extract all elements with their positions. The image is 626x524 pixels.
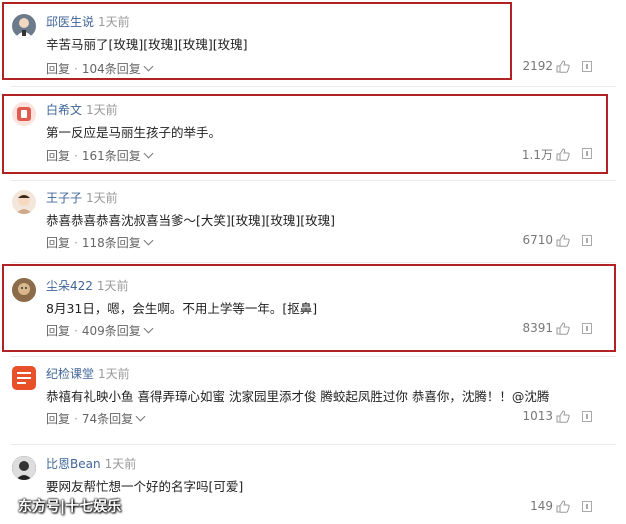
like-button[interactable]: 149 [530,499,570,513]
comment-author[interactable]: 纪检课堂 1天前 [46,365,130,382]
like-count: 1013 [522,409,553,423]
thumbs-up-icon [556,233,570,247]
report-icon[interactable] [582,235,592,246]
like-count: 2192 [522,59,553,73]
comment-time: 1天前 [104,457,137,471]
reply-button[interactable]: 回复 [46,236,70,250]
highlight-box [2,2,512,80]
comment-item: 王子子 1天前 恭喜恭喜恭喜沈叔喜当爹～[大笑][玫瑰][玫瑰][玫瑰] 回复 · 1… [0,188,626,268]
divider [10,86,616,87]
comment-text: 要网友帮忙想一个好的名字吗[可爱] [46,479,244,494]
report-icon[interactable] [582,501,592,512]
chevron-down-icon [143,235,154,246]
comment-time: 1天前 [86,191,118,205]
comment-text: 恭禧有礼映小鱼 喜得弄璋心如蜜 沈家园里添才俊 腾蛟起凤胜过你 恭喜你，沈腾！！… [46,389,550,404]
comment-item: 纪检课堂 1天前 恭禧有礼映小鱼 喜得弄璋心如蜜 沈家园里添才俊 腾蛟起凤胜过你 … [0,364,626,444]
reply-row: 回复 · 118条回复 [46,234,154,251]
author-name[interactable]: 比恩Bean [46,457,101,471]
thumbs-up-icon [556,59,570,73]
comment-author[interactable]: 比恩Bean 1天前 [46,455,136,472]
thumbs-up-icon [556,409,570,423]
divider [10,444,616,445]
brand-logo-icon [12,366,36,390]
avatar[interactable] [12,190,36,214]
avatar[interactable] [12,366,36,390]
highlight-box [2,264,616,352]
divider [10,356,616,357]
reply-count: 74条回复 [81,412,134,426]
report-icon[interactable] [582,411,592,422]
comment-text: 恭喜恭喜恭喜沈叔喜当爹～[大笑][玫瑰][玫瑰][玫瑰] [46,213,336,228]
author-name[interactable]: 纪检课堂 [46,367,94,381]
comment-author[interactable]: 王子子 1天前 [46,189,118,206]
chevron-down-icon [135,411,146,422]
like-button[interactable]: 2192 [522,59,570,73]
author-name[interactable]: 王子子 [46,191,82,205]
like-count: 149 [530,499,553,513]
divider [10,262,616,263]
like-count: 6710 [522,233,553,247]
reply-row: 回复 · 74条回复 [46,410,146,427]
like-button[interactable]: 6710 [522,233,570,247]
divider [10,180,616,181]
highlight-box [2,94,608,174]
avatar[interactable] [12,456,36,480]
like-button[interactable]: 1013 [522,409,570,423]
comment-time: 1天前 [98,367,130,381]
reply-button[interactable]: 回复 [46,412,70,426]
reply-count: 118条回复 [81,236,141,250]
reply-count-toggle[interactable]: 74条回复 [81,411,146,426]
report-icon[interactable] [582,61,592,72]
watermark: 东方号|十七娱乐 [18,499,122,515]
user-photo-icon [16,194,32,214]
reply-count-toggle[interactable]: 118条回复 [81,235,154,250]
user-photo-icon [12,456,36,480]
thumbs-up-icon [556,499,570,513]
